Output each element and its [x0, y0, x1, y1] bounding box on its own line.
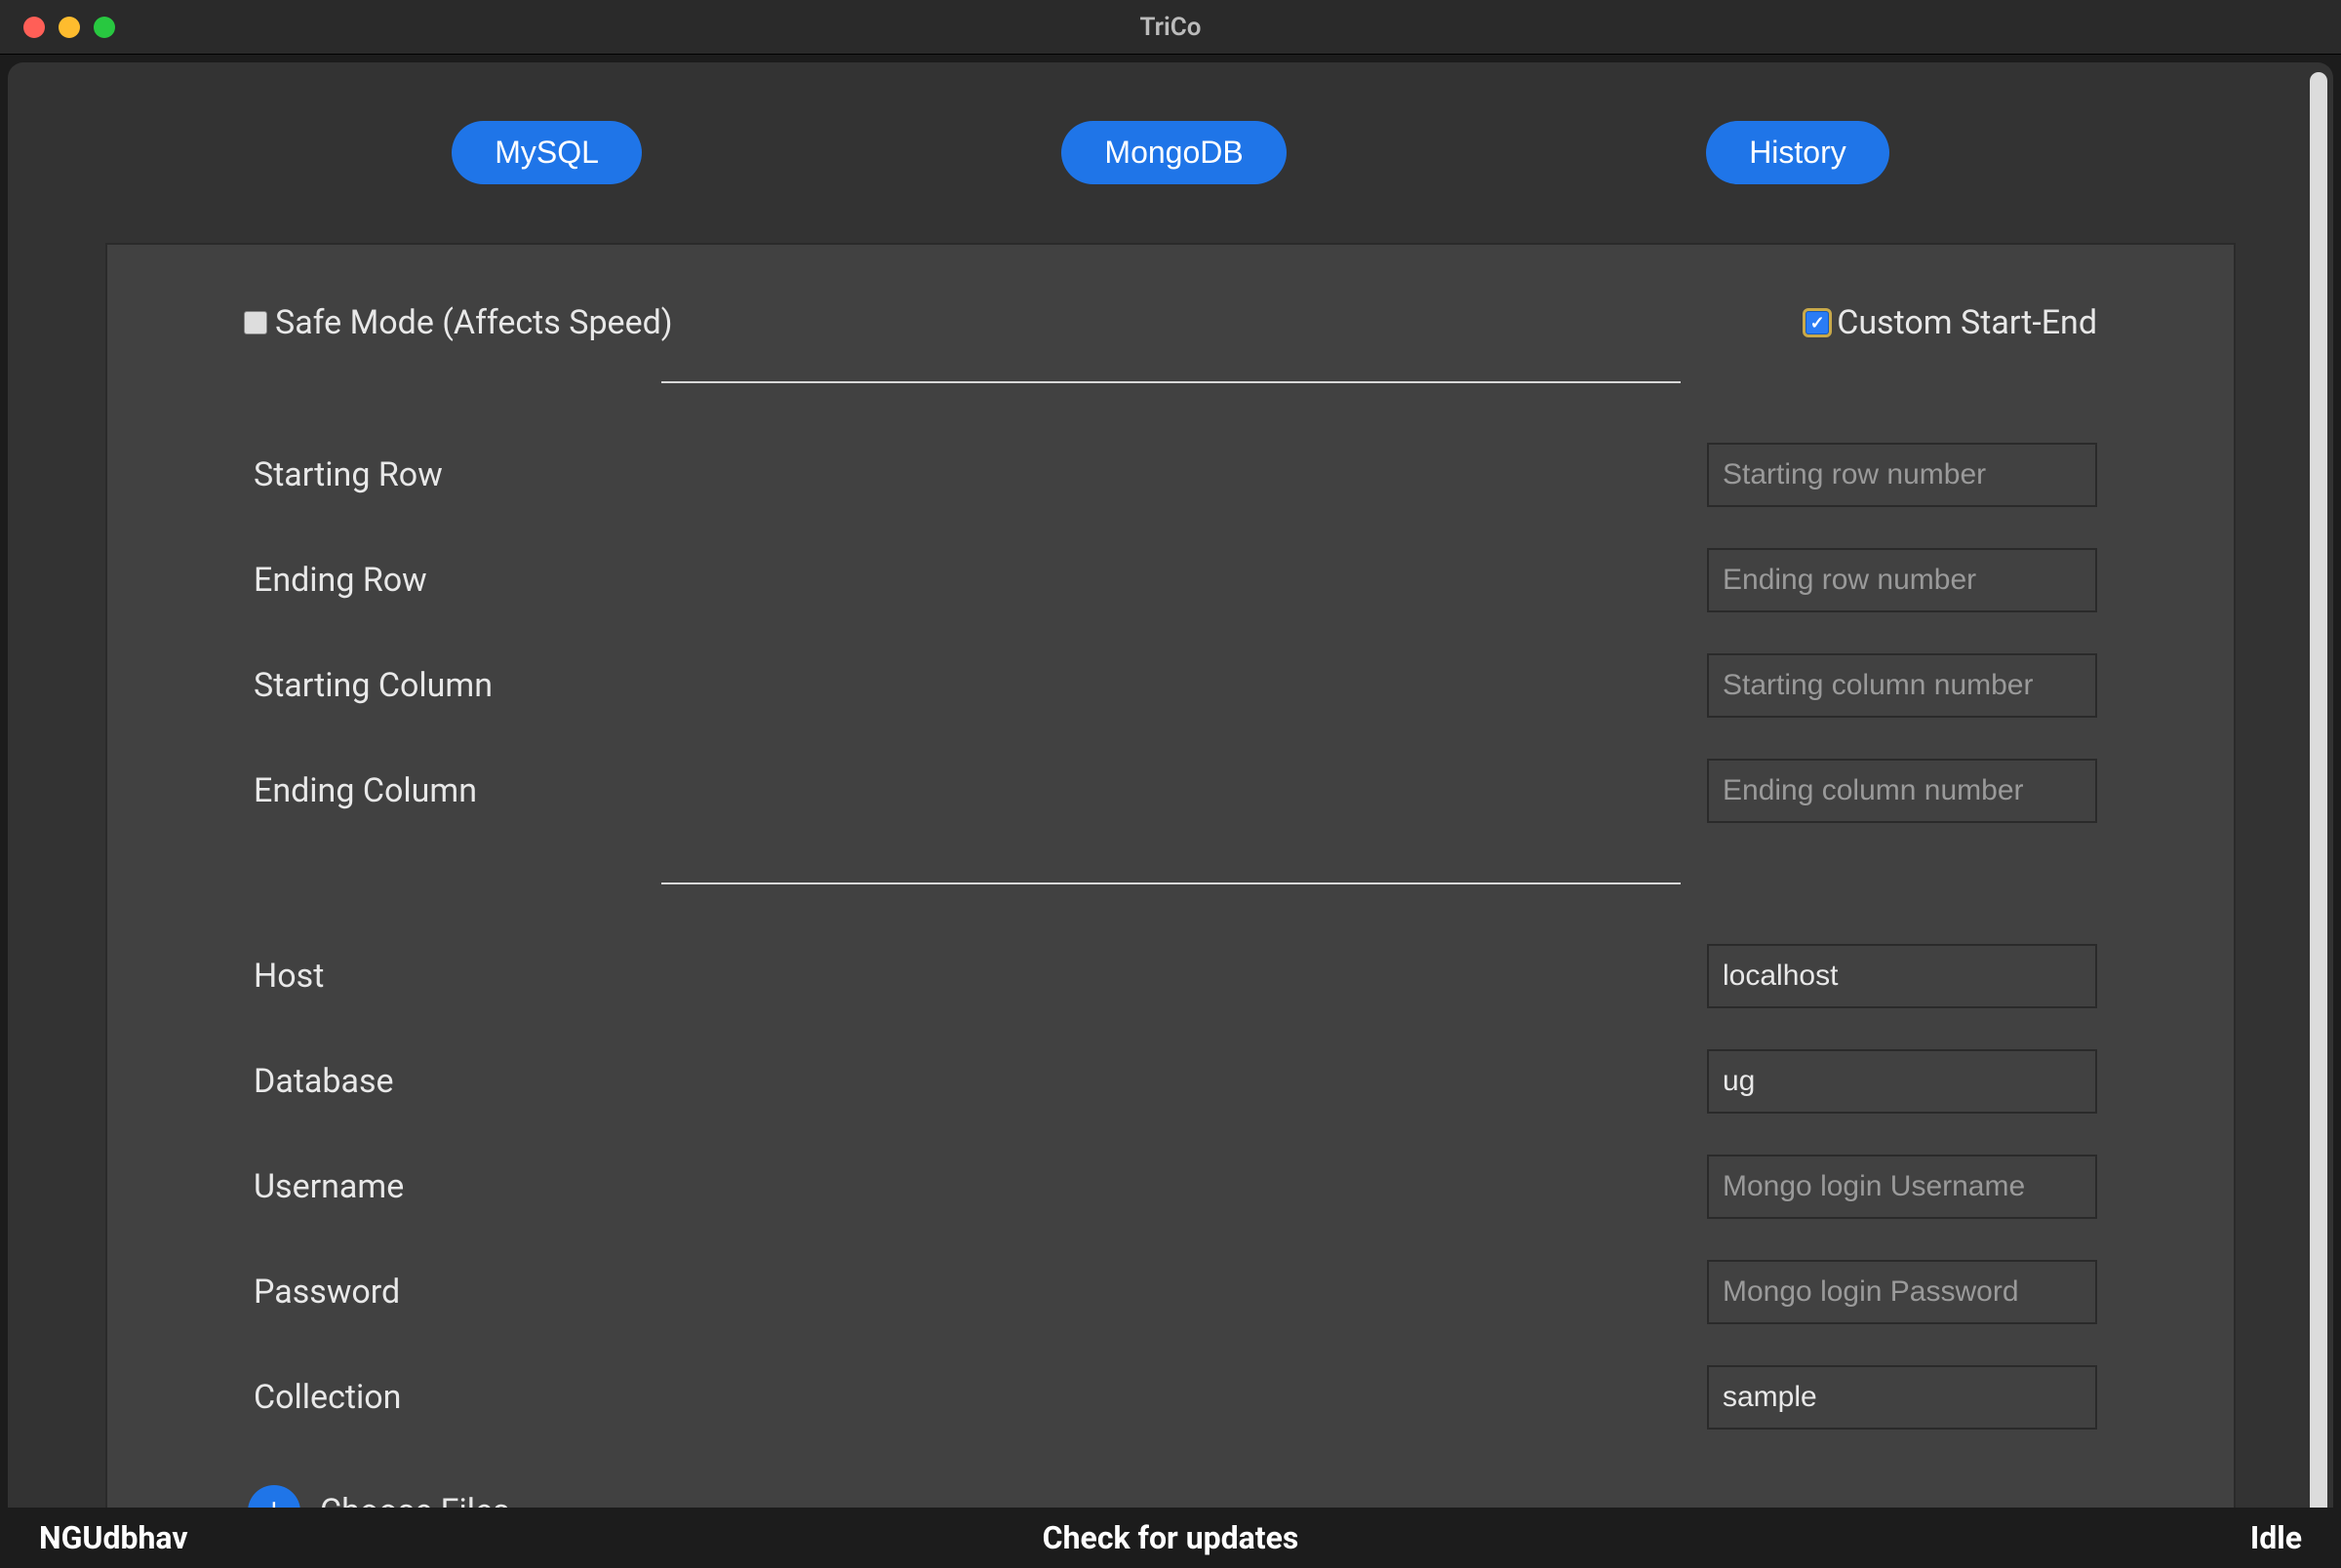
tabs-row: MySQL MongoDB History [8, 62, 2333, 243]
ending-column-field: Ending Column [244, 738, 2097, 843]
close-window-button[interactable] [23, 17, 45, 38]
safe-mode-label: Safe Mode (Affects Speed) [275, 303, 673, 342]
form-panel: Safe Mode (Affects Speed) ✓ Custom Start… [105, 243, 2236, 1510]
starting-row-label: Starting Row [244, 455, 443, 494]
host-field: Host [244, 923, 2097, 1029]
maximize-window-button[interactable] [94, 17, 115, 38]
check-for-updates-link[interactable]: Check for updates [1043, 1519, 1299, 1556]
window-title: TriCo [1140, 13, 1202, 42]
checkbox-row: Safe Mode (Affects Speed) ✓ Custom Start… [244, 303, 2097, 342]
username-input[interactable] [1707, 1155, 2097, 1219]
custom-start-end-checkbox[interactable]: ✓ [1805, 311, 1829, 334]
divider [661, 381, 1681, 383]
status-state: Idle [2250, 1519, 2302, 1556]
safe-mode-checkbox[interactable] [244, 311, 267, 334]
database-label: Database [244, 1062, 394, 1101]
minimize-window-button[interactable] [59, 17, 80, 38]
database-input[interactable] [1707, 1049, 2097, 1114]
starting-column-field: Starting Column [244, 633, 2097, 738]
mysql-tab-button[interactable]: MySQL [452, 121, 642, 184]
ending-row-input[interactable] [1707, 548, 2097, 612]
mongodb-tab-button[interactable]: MongoDB [1061, 121, 1286, 184]
ending-column-input[interactable] [1707, 759, 2097, 823]
custom-start-end-label: Custom Start-End [1837, 303, 2097, 342]
starting-column-input[interactable] [1707, 653, 2097, 718]
database-field: Database [244, 1029, 2097, 1134]
host-label: Host [244, 957, 324, 996]
starting-row-input[interactable] [1707, 443, 2097, 507]
password-input[interactable] [1707, 1260, 2097, 1324]
collection-input[interactable] [1707, 1365, 2097, 1430]
safe-mode-group: Safe Mode (Affects Speed) [244, 303, 673, 342]
password-field: Password [244, 1239, 2097, 1345]
divider [661, 882, 1681, 884]
starting-column-label: Starting Column [244, 666, 493, 705]
ending-column-label: Ending Column [244, 771, 477, 810]
titlebar: TriCo [0, 0, 2341, 55]
window-body: MySQL MongoDB History Safe Mode (Affects… [8, 62, 2333, 1568]
username-field: Username [244, 1134, 2097, 1239]
scrollbar[interactable] [2310, 72, 2327, 1535]
username-label: Username [244, 1167, 404, 1206]
collection-label: Collection [244, 1378, 401, 1417]
ending-row-label: Ending Row [244, 561, 427, 600]
starting-row-field: Starting Row [244, 422, 2097, 528]
ending-row-field: Ending Row [244, 528, 2097, 633]
status-author: NGUdbhav [39, 1519, 188, 1556]
host-input[interactable] [1707, 944, 2097, 1008]
window-controls [0, 17, 115, 38]
status-bar: NGUdbhav Check for updates Idle [0, 1508, 2341, 1568]
history-tab-button[interactable]: History [1706, 121, 1889, 184]
collection-field: Collection [244, 1345, 2097, 1450]
custom-start-end-group: ✓ Custom Start-End [1805, 303, 2097, 342]
password-label: Password [244, 1273, 400, 1312]
